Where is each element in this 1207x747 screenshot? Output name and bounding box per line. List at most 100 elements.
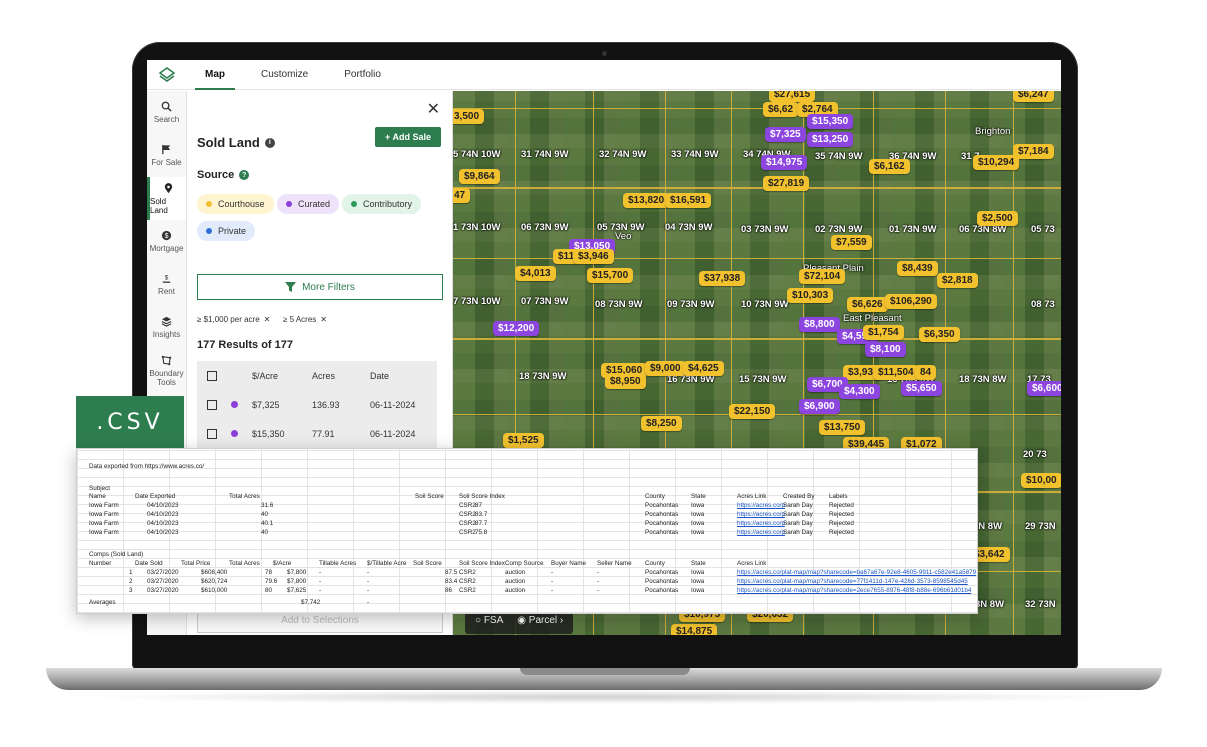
courthouse-price-pin[interactable]: $14,875 [671, 624, 718, 635]
courthouse-price-pin[interactable]: 3,500 [453, 109, 485, 124]
tab-map[interactable]: Map [187, 60, 243, 90]
fsa-toggle[interactable]: ○ FSA [475, 615, 503, 626]
courthouse-price-pin[interactable]: $8,439 [897, 261, 938, 276]
courthouse-price-pin[interactable]: $6,247 [1013, 91, 1054, 102]
row-checkbox[interactable] [207, 399, 217, 410]
courthouse-price-pin[interactable]: 84 [915, 365, 937, 380]
curated-price-pin[interactable]: $5,650 [901, 381, 942, 396]
courthouse-price-pin[interactable]: $6,62 [763, 102, 799, 117]
curated-price-pin[interactable]: $8,800 [799, 317, 840, 332]
remove-filter-icon[interactable]: ✕ [320, 315, 327, 324]
col-date[interactable]: Date [370, 371, 430, 381]
courthouse-price-pin[interactable]: $4,625 [683, 361, 724, 376]
filter-tag-acres[interactable]: ≥ 5 Acres ✕ [283, 315, 327, 324]
panel-title: Sold Land i [197, 135, 275, 150]
courthouse-price-pin[interactable]: $9,000 [645, 361, 686, 376]
close-icon[interactable]: ✕ [427, 99, 440, 119]
courthouse-price-pin[interactable]: $1,754 [863, 325, 904, 340]
courthouse-price-pin[interactable]: $106,290 [885, 294, 937, 309]
sheet-cell: Iowa Farm [89, 511, 119, 518]
info-icon[interactable]: i [264, 137, 275, 148]
courthouse-price-pin[interactable]: $4,013 [515, 266, 556, 281]
courthouse-price-pin[interactable]: $72,104 [799, 269, 846, 284]
sheet-cell[interactable]: https://acres.co/plat-map/map?sharecode=… [737, 577, 968, 586]
select-all-checkbox[interactable] [207, 370, 217, 381]
courthouse-price-pin[interactable]: $8,250 [641, 416, 682, 431]
acres-logo-icon[interactable] [147, 60, 187, 90]
source-chip-private[interactable]: Private [197, 221, 256, 241]
courthouse-price-pin[interactable]: $2,818 [937, 273, 978, 288]
rail-item-sold-land[interactable]: Sold Land [147, 177, 186, 220]
rail-item-insights[interactable]: Insights [147, 306, 186, 349]
courthouse-price-pin[interactable]: $27,819 [763, 176, 810, 191]
rail-item-search[interactable]: Search [147, 91, 186, 134]
sheet-cell: CSR2 [459, 529, 476, 536]
rail-item-for-sale[interactable]: For Sale [147, 134, 186, 177]
parcel-toggle[interactable]: ◉ Parcel › [517, 615, 563, 626]
sheet-cell: Pocahontas [645, 587, 679, 594]
remove-filter-icon[interactable]: ✕ [264, 315, 271, 324]
curated-price-pin[interactable]: $14,975 [761, 155, 808, 170]
rail-item-mortgage[interactable]: $ Mortgage [147, 220, 186, 263]
table-row[interactable]: $7,325 136.93 06-11-2024 [197, 390, 437, 419]
more-filters-button[interactable]: More Filters [197, 274, 443, 300]
courthouse-price-pin[interactable]: $2,500 [977, 211, 1018, 226]
rail-item-boundary-tools[interactable]: Boundary Tools [147, 349, 186, 392]
courthouse-price-pin[interactable]: $10,00 [1021, 473, 1061, 488]
courthouse-price-pin[interactable]: $27,615 [769, 91, 816, 102]
source-chip-contributory[interactable]: Contributory [342, 194, 422, 214]
add-sale-button[interactable]: + Add Sale [375, 127, 441, 147]
curated-price-pin[interactable]: $13,250 [807, 132, 854, 147]
courthouse-price-pin[interactable]: $10,294 [973, 155, 1020, 170]
curated-price-pin[interactable]: $6,900 [799, 399, 840, 414]
row-checkbox[interactable] [207, 428, 217, 439]
curated-price-pin[interactable]: $4,300 [839, 384, 880, 399]
curated-price-pin[interactable]: $8,100 [865, 342, 906, 357]
curated-price-pin[interactable]: $7,325 [765, 127, 806, 142]
courthouse-price-pin[interactable]: $10,303 [787, 288, 834, 303]
courthouse-price-pin[interactable]: $1,525 [503, 433, 544, 448]
courthouse-price-pin[interactable]: $6,350 [919, 327, 960, 342]
courthouse-price-pin[interactable]: 47 [453, 188, 471, 203]
courthouse-price-pin[interactable]: $8,950 [605, 374, 646, 389]
source-chip-courthouse[interactable]: Courthouse [197, 194, 274, 214]
sheet-cell: Soil Score [413, 560, 442, 567]
sheet-cell[interactable]: https://acres.co/p [737, 528, 785, 537]
courthouse-price-pin[interactable]: $15,700 [587, 268, 634, 283]
curated-price-pin[interactable]: $12,200 [493, 321, 540, 336]
sheet-cell: 87.7 [475, 520, 488, 527]
rail-label-mortgage: Mortgage [149, 244, 184, 253]
col-price-per-acre[interactable]: $/Acre [252, 371, 312, 381]
township-label: 09 73N 9W [667, 299, 715, 310]
sheet-cell: 78 [265, 569, 273, 576]
courthouse-price-pin[interactable]: $3,946 [573, 249, 614, 264]
sheet-cell[interactable]: https://acres.co/plat-map/map?sharecode=… [737, 586, 971, 595]
courthouse-price-pin[interactable]: $7,184 [1013, 144, 1054, 159]
courthouse-price-pin[interactable]: $13,750 [819, 420, 866, 435]
sheet-cell[interactable]: https://acres.co/p [737, 501, 785, 510]
courthouse-price-pin[interactable]: $9,864 [459, 169, 500, 184]
sheet-cell[interactable]: https://acres.co/p [737, 519, 785, 528]
tab-customize[interactable]: Customize [243, 60, 326, 90]
courthouse-price-pin[interactable]: $6,162 [869, 159, 910, 174]
courthouse-price-pin[interactable]: $22,150 [729, 404, 776, 419]
courthouse-price-pin[interactable]: $11,504 [873, 365, 919, 380]
courthouse-price-pin[interactable]: $13,820 [623, 193, 670, 208]
road-line [1013, 91, 1014, 635]
tab-portfolio[interactable]: Portfolio [326, 60, 399, 90]
courthouse-price-pin[interactable]: $37,938 [699, 271, 746, 286]
rail-item-rent[interactable]: $ Rent [147, 263, 186, 306]
sheet-cell[interactable]: https://acres.co/p [737, 510, 785, 519]
curated-price-pin[interactable]: $15,350 [807, 114, 854, 129]
table-row[interactable]: $15,350 77.91 06-11-2024 [197, 419, 437, 448]
source-chip-curated[interactable]: Curated [277, 194, 340, 214]
curated-price-pin[interactable]: $6,600 [1027, 381, 1061, 396]
col-acres[interactable]: Acres [312, 371, 370, 381]
sheet-cell[interactable]: https://acres.co/plat-map/map?sharecode=… [737, 568, 976, 577]
courthouse-price-pin[interactable]: $7,559 [831, 235, 872, 250]
help-icon[interactable]: ? [239, 170, 250, 180]
chip-label: Private [218, 226, 247, 236]
filter-tag-price[interactable]: ≥ $1,000 per acre ✕ [197, 315, 270, 324]
courthouse-price-pin[interactable]: $6,626 [847, 297, 888, 312]
courthouse-price-pin[interactable]: $16,591 [665, 193, 712, 208]
